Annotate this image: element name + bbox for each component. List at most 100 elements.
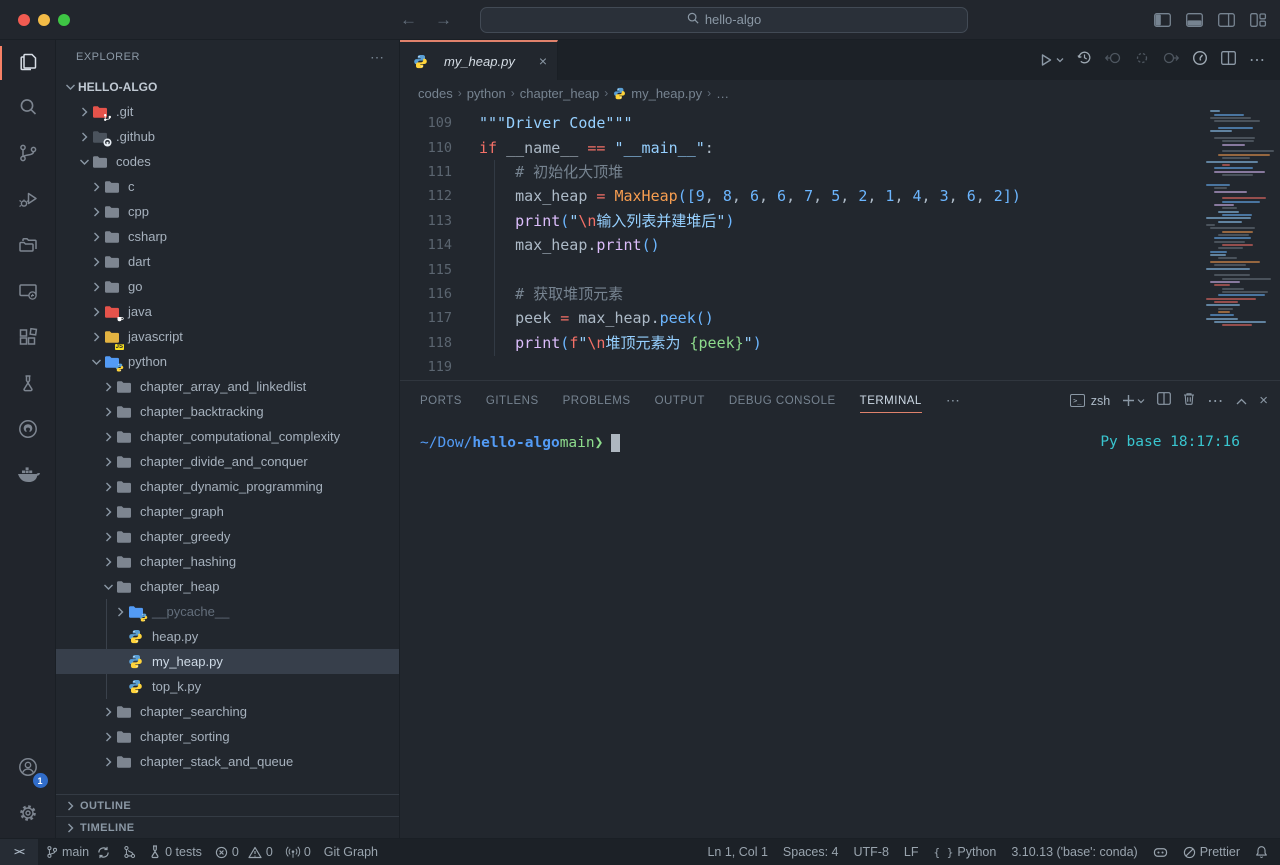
tree-item[interactable]: chapter_hashing [56, 549, 399, 574]
timeline-section[interactable]: TIMELINE [56, 816, 399, 838]
close-panel-icon[interactable]: × [1259, 392, 1268, 409]
tree-item[interactable]: chapter_sorting [56, 724, 399, 749]
breadcrumb-item[interactable]: python [467, 86, 506, 101]
tree-item[interactable]: chapter_graph [56, 499, 399, 524]
prettier-status[interactable]: Prettier [1183, 845, 1240, 859]
tree-item[interactable]: JSjavascript [56, 324, 399, 349]
code-line[interactable]: 119 [400, 355, 1202, 379]
panel-tabs-more-icon[interactable]: ⋯ [946, 392, 961, 409]
breadcrumb-item[interactable]: chapter_heap [520, 86, 600, 101]
code-line[interactable]: 116 # 获取堆顶元素 [400, 282, 1202, 306]
indentation-setting[interactable]: Spaces: 4 [783, 845, 839, 859]
breadcrumb-item[interactable]: codes [418, 86, 453, 101]
history-icon[interactable] [1077, 50, 1092, 70]
sidebar-item-explorer[interactable] [0, 40, 56, 86]
split-editor-icon[interactable] [1221, 51, 1236, 70]
tree-item[interactable]: top_k.py [56, 674, 399, 699]
tree-item[interactable]: chapter_stack_and_queue [56, 749, 399, 774]
ports-status[interactable]: 0 [286, 845, 311, 859]
record-icon[interactable] [1135, 51, 1149, 70]
git-graph-label-button[interactable]: Git Graph [324, 845, 378, 859]
step-over-icon[interactable] [1162, 51, 1179, 70]
more-actions-icon[interactable]: ⋯ [1249, 50, 1266, 70]
tree-item[interactable]: chapter_backtracking [56, 399, 399, 424]
tree-item[interactable]: chapter_computational_complexity [56, 424, 399, 449]
tree-item[interactable]: chapter_heap [56, 574, 399, 599]
code-line[interactable]: 111 # 初始化大顶堆 [400, 160, 1202, 184]
panel-tab-problems[interactable]: PROBLEMS [563, 381, 631, 420]
sidebar-item-testing[interactable] [0, 362, 56, 408]
split-terminal-icon[interactable] [1157, 392, 1171, 410]
sidebar-item-extensions[interactable] [0, 316, 56, 362]
terminal-shell-label[interactable]: >_zsh [1070, 394, 1110, 408]
code-line[interactable]: 109"""Driver Code""" [400, 111, 1202, 135]
panel-tab-gitlens[interactable]: GITLENS [486, 381, 539, 420]
outline-section[interactable]: OUTLINE [56, 794, 399, 816]
run-python-file-button[interactable] [1039, 53, 1064, 67]
tree-item[interactable]: codes [56, 149, 399, 174]
minimap[interactable] [1202, 106, 1280, 380]
maximize-window-button[interactable] [58, 14, 70, 26]
branch-status[interactable]: main [46, 845, 110, 859]
sidebar-item-run-and-debug[interactable] [0, 178, 56, 224]
breadcrumb-item[interactable]: my_heap.py [613, 86, 702, 101]
sidebar-item-github[interactable] [0, 408, 56, 454]
navigate-back-icon[interactable]: ← [400, 10, 417, 30]
code-line[interactable]: 110if __name__ == "__main__": [400, 135, 1202, 159]
sidebar-item-folders[interactable] [0, 224, 56, 270]
tree-item[interactable]: __pycache__ [56, 599, 399, 624]
tree-item[interactable]: my_heap.py [56, 649, 399, 674]
tree-item[interactable]: go [56, 274, 399, 299]
minimize-window-button[interactable] [38, 14, 50, 26]
close-tab-icon[interactable]: × [539, 53, 547, 69]
step-back-icon[interactable] [1105, 51, 1122, 70]
profile-icon[interactable] [1192, 50, 1208, 71]
tree-item[interactable]: chapter_dynamic_programming [56, 474, 399, 499]
code-editor[interactable]: 109"""Driver Code"""110if __name__ == "_… [400, 106, 1280, 380]
code-line[interactable]: 112 max_heap = MaxHeap([9, 8, 6, 6, 7, 5… [400, 184, 1202, 208]
code-line[interactable]: 117 peek = max_heap.peek() [400, 306, 1202, 330]
tree-item[interactable]: cpp [56, 199, 399, 224]
sidebar-item-source-control[interactable] [0, 132, 56, 178]
panel-tab-ports[interactable]: PORTS [420, 381, 462, 420]
tree-item[interactable]: .git [56, 99, 399, 124]
encoding-setting[interactable]: UTF-8 [854, 845, 889, 859]
kill-terminal-icon[interactable] [1183, 392, 1195, 410]
code-line[interactable]: 118 print(f"\n堆顶元素为 {peek}") [400, 331, 1202, 355]
tab-my-heap[interactable]: my_heap.py × [400, 40, 558, 80]
copilot-button[interactable] [1153, 846, 1168, 859]
navigate-forward-icon[interactable]: → [435, 10, 452, 30]
close-window-button[interactable] [18, 14, 30, 26]
tree-item[interactable]: chapter_array_and_linkedlist [56, 374, 399, 399]
code-line[interactable]: 115 [400, 257, 1202, 281]
tree-item[interactable]: chapter_divide_and_conquer [56, 449, 399, 474]
panel-tab-output[interactable]: OUTPUT [655, 381, 705, 420]
remote-indicator[interactable]: >< [0, 839, 38, 865]
command-center-search[interactable]: hello-algo [480, 7, 968, 33]
tree-item[interactable]: python [56, 349, 399, 374]
tree-item[interactable]: csharp [56, 224, 399, 249]
tree-item[interactable]: dart [56, 249, 399, 274]
panel-more-actions-icon[interactable]: ⋯ [1207, 391, 1224, 411]
accounts-button[interactable]: 1 [0, 746, 56, 792]
toggle-panel-icon[interactable] [1186, 13, 1203, 27]
tests-status[interactable]: 0 tests [149, 845, 202, 859]
new-terminal-icon[interactable] [1122, 394, 1145, 407]
tree-item[interactable]: chapter_searching [56, 699, 399, 724]
customize-layout-icon[interactable] [1250, 13, 1266, 27]
toggle-primary-sidebar-icon[interactable] [1154, 13, 1171, 27]
git-graph-button[interactable] [123, 845, 136, 859]
tree-item[interactable]: chapter_greedy [56, 524, 399, 549]
code-line[interactable]: 114 max_heap.print() [400, 233, 1202, 257]
tree-item[interactable]: c [56, 174, 399, 199]
sidebar-item-search[interactable] [0, 86, 56, 132]
sidebar-item-docker[interactable] [0, 454, 56, 500]
tree-item[interactable]: java [56, 299, 399, 324]
code-line[interactable]: 113 print("\n输入列表并建堆后") [400, 209, 1202, 233]
terminal[interactable]: ~/Dow/hello-algo main ❯ Py base 18:17:16 [400, 420, 1280, 838]
panel-tab-terminal[interactable]: TERMINAL [860, 381, 922, 420]
panel-tab-debug-console[interactable]: DEBUG CONSOLE [729, 381, 836, 420]
tree-item[interactable]: heap.py [56, 624, 399, 649]
eol-setting[interactable]: LF [904, 845, 919, 859]
problems-status[interactable]: 0 0 [215, 845, 273, 859]
